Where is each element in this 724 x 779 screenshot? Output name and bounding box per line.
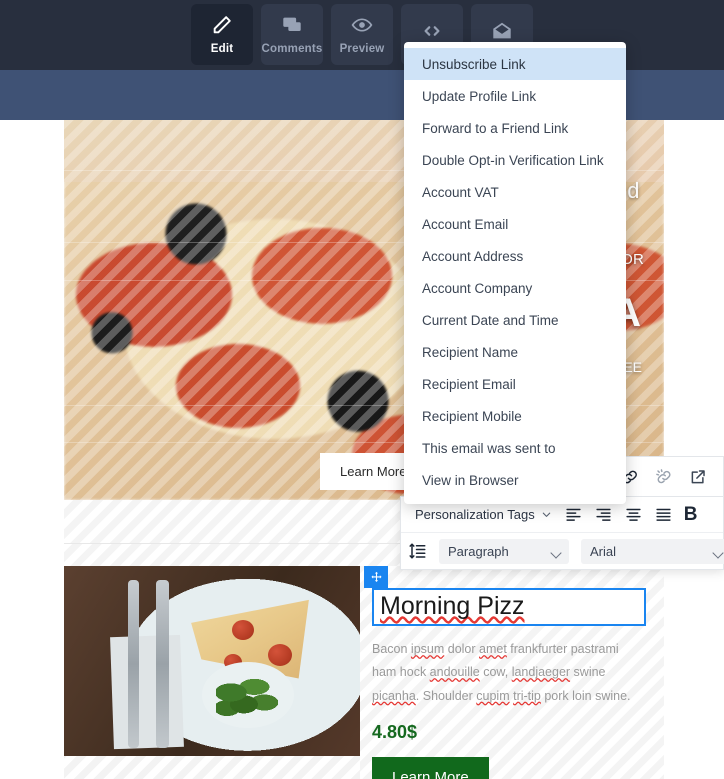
menu-item-label: Recipient Name xyxy=(422,344,519,360)
menu-item-account-address[interactable]: Account Address xyxy=(404,240,626,272)
product-price: 4.80$ xyxy=(372,721,418,742)
font-family-select[interactable]: Arial xyxy=(581,538,724,564)
personalization-tags-dropdown[interactable]: Personalization Tags xyxy=(409,503,558,526)
personalization-tags-menu[interactable]: Unsubscribe Link Update Profile Link For… xyxy=(404,42,626,504)
menu-item-label: View in Browser xyxy=(422,472,519,488)
menu-item-recipient-mobile[interactable]: Recipient Mobile xyxy=(404,400,626,432)
menu-item-account-company[interactable]: Account Company xyxy=(404,272,626,304)
code-icon xyxy=(421,20,443,42)
product-row: Morning Pizz Bacon ipsum dolor amet fran… xyxy=(64,566,664,779)
menu-item-recipient-email[interactable]: Recipient Email xyxy=(404,368,626,400)
external-link-icon[interactable] xyxy=(684,464,712,490)
tab-edit-label: Edit xyxy=(210,43,234,55)
bold-button[interactable]: B xyxy=(680,504,702,526)
product-title[interactable]: Morning Pizz xyxy=(380,593,638,620)
menu-item-update-profile-link[interactable]: Update Profile Link xyxy=(404,80,626,112)
tab-comments-label: Comments xyxy=(261,43,323,55)
chevron-down-icon xyxy=(542,512,550,517)
menu-item-label: Unsubscribe Link xyxy=(422,56,526,72)
menu-item-current-date-and-time[interactable]: Current Date and Time xyxy=(404,304,626,336)
block-format-select-wrap: Paragraph xyxy=(439,538,569,564)
menu-item-label: This email was sent to xyxy=(422,440,556,456)
menu-item-view-in-browser[interactable]: View in Browser xyxy=(404,464,626,496)
envelope-open-icon xyxy=(491,20,513,42)
menu-item-label: Account Company xyxy=(422,280,533,296)
menu-item-label: Update Profile Link xyxy=(422,88,537,104)
unlink-icon[interactable] xyxy=(650,464,678,490)
line-height-icon[interactable] xyxy=(409,538,427,564)
tab-preview-label: Preview xyxy=(339,43,385,55)
align-right-button[interactable] xyxy=(590,502,618,528)
menu-item-label: Account VAT xyxy=(422,184,499,200)
font-family-select-wrap: Arial xyxy=(581,538,724,564)
menu-item-recipient-name[interactable]: Recipient Name xyxy=(404,336,626,368)
pizza-slice-image xyxy=(64,566,360,756)
menu-item-unsubscribe-link[interactable]: Unsubscribe Link xyxy=(404,48,626,80)
menu-item-account-email[interactable]: Account Email xyxy=(404,208,626,240)
align-justify-button[interactable] xyxy=(650,502,678,528)
menu-item-label: Forward to a Friend Link xyxy=(422,120,569,136)
toolbar-row-typography: Paragraph Arial xyxy=(401,533,724,569)
pencil-icon xyxy=(211,14,233,36)
product-title-edit-box[interactable]: Morning Pizz xyxy=(364,566,646,627)
menu-item-label: Double Opt-in Verification Link xyxy=(422,152,604,168)
block-format-select[interactable]: Paragraph xyxy=(439,538,569,564)
comment-icon xyxy=(281,14,303,36)
align-left-button[interactable] xyxy=(560,502,588,528)
product-learn-more-button[interactable]: Learn More xyxy=(372,756,489,779)
tab-comments[interactable]: Comments xyxy=(261,4,323,65)
eye-icon xyxy=(351,14,373,36)
personalization-tags-label: Personalization Tags xyxy=(415,507,535,522)
menu-item-double-opt-in-verification-link[interactable]: Double Opt-in Verification Link xyxy=(404,144,626,176)
product-text-cell: Morning Pizz Bacon ipsum dolor amet fran… xyxy=(360,566,664,779)
align-center-button[interactable] xyxy=(620,502,648,528)
menu-item-forward-to-a-friend-link[interactable]: Forward to a Friend Link xyxy=(404,112,626,144)
text-editor-toolbar: Personalization Tags B Paragraph Arial xyxy=(400,496,724,570)
menu-item-label: Current Date and Time xyxy=(422,312,559,328)
menu-item-this-email-was-sent-to[interactable]: This email was sent to xyxy=(404,432,626,464)
menu-item-account-vat[interactable]: Account VAT xyxy=(404,176,626,208)
drag-handle-icon[interactable] xyxy=(364,566,388,588)
product-image-cell[interactable] xyxy=(64,566,360,779)
tab-edit[interactable]: Edit xyxy=(191,4,253,65)
menu-item-label: Account Email xyxy=(422,216,509,232)
menu-item-label: Recipient Mobile xyxy=(422,408,522,424)
product-description: Bacon ipsum dolor amet frankfurter pastr… xyxy=(372,642,631,703)
menu-item-label: Account Address xyxy=(422,248,524,264)
tab-preview[interactable]: Preview xyxy=(331,4,393,65)
menu-item-label: Recipient Email xyxy=(422,376,516,392)
